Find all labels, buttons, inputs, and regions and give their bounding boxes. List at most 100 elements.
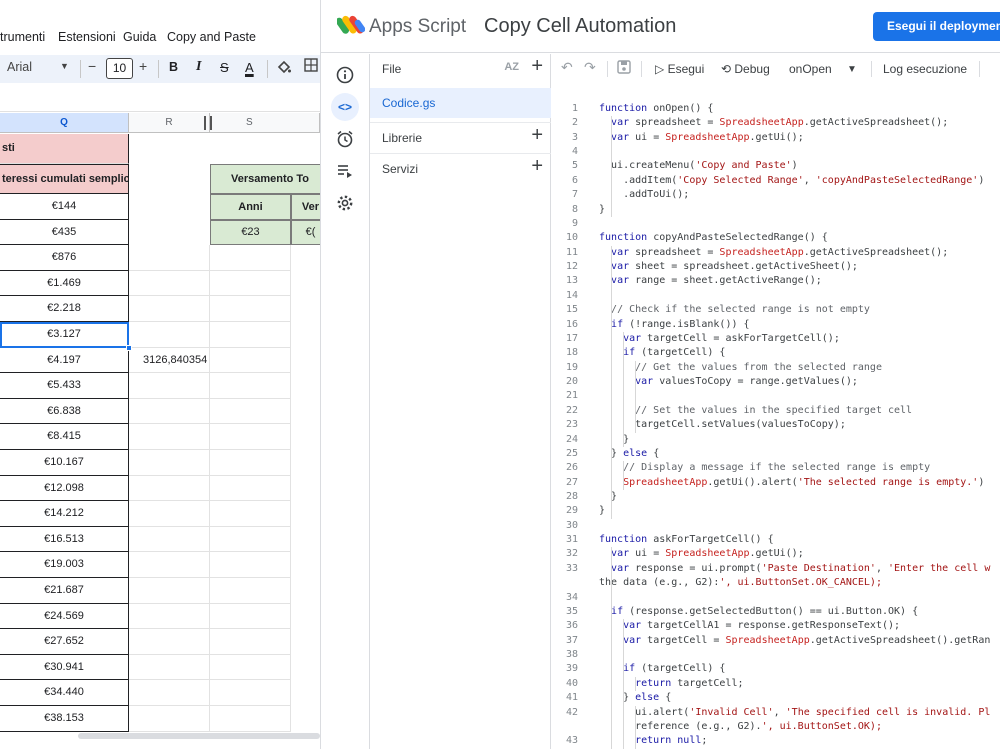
empty-cell[interactable] [210, 629, 291, 655]
font-family-select[interactable]: Arial [7, 60, 32, 74]
libraries-row[interactable]: Librerie + [370, 123, 551, 153]
formula-bar[interactable] [0, 84, 320, 112]
empty-cell[interactable] [210, 526, 291, 553]
table-cell-q[interactable]: €6.838 [0, 398, 129, 425]
add-service-plus-icon[interactable]: + [531, 155, 543, 178]
empty-cell[interactable] [129, 501, 210, 527]
empty-cell[interactable] [129, 373, 210, 399]
empty-cell[interactable] [129, 296, 210, 322]
file-item-codice[interactable]: Codice.gs [370, 88, 551, 118]
add-library-plus-icon[interactable]: + [531, 124, 543, 147]
table-cell-q[interactable]: €34.440 [0, 680, 129, 706]
empty-cell[interactable] [129, 578, 210, 604]
table-cell-q[interactable]: €27.652 [0, 629, 129, 655]
triggers-clock-icon[interactable] [331, 125, 359, 153]
execution-log-button[interactable]: Log esecuzione [883, 62, 967, 76]
empty-cell[interactable] [210, 296, 291, 322]
empty-cell[interactable] [129, 552, 210, 578]
empty-cell[interactable] [129, 424, 210, 450]
table-cell-q[interactable]: €1.469 [0, 270, 129, 297]
menu-strumenti[interactable]: trumenti [0, 30, 45, 44]
green-value-cell[interactable]: €23 [210, 220, 291, 245]
empty-cell[interactable] [210, 450, 291, 476]
empty-cell[interactable] [210, 578, 291, 604]
function-select[interactable]: onOpen [789, 62, 832, 76]
project-title[interactable]: Copy Cell Automation [484, 15, 676, 38]
menu-guida[interactable]: Guida [123, 30, 156, 44]
table-cell-q[interactable]: €5.433 [0, 373, 129, 399]
table-cell-q[interactable]: €2.218 [0, 296, 129, 322]
empty-cell[interactable] [210, 501, 291, 527]
empty-cell[interactable] [210, 270, 291, 297]
run-button[interactable]: ▷ Esegui [655, 62, 704, 76]
table-cell-q[interactable]: €12.098 [0, 475, 129, 502]
empty-cell[interactable] [129, 475, 210, 502]
table-cell-q[interactable]: €19.003 [0, 552, 129, 578]
empty-cell[interactable] [129, 654, 210, 681]
debug-button[interactable]: ⟲ Debug [721, 62, 770, 76]
header-cell-costi[interactable]: sti [0, 134, 129, 164]
empty-cell[interactable] [129, 706, 210, 732]
empty-cell[interactable] [210, 347, 291, 374]
chevron-down-icon[interactable]: ▼ [847, 64, 857, 75]
table-cell-q[interactable]: €30.941 [0, 654, 129, 681]
column-header-r[interactable]: R [129, 113, 210, 133]
empty-cell[interactable] [129, 450, 210, 476]
table-cell-q[interactable]: €16.513 [0, 526, 129, 553]
empty-cell[interactable] [129, 245, 210, 271]
fill-color-icon[interactable] [277, 60, 291, 77]
empty-cell[interactable] [210, 475, 291, 502]
chevron-down-icon[interactable]: ▼ [60, 61, 69, 71]
empty-cell[interactable] [129, 603, 210, 630]
executions-icon[interactable] [331, 157, 359, 185]
bold-button[interactable]: B [169, 60, 178, 74]
empty-cell[interactable] [210, 654, 291, 681]
empty-cell[interactable] [129, 270, 210, 297]
increase-font-size-button[interactable]: + [139, 58, 147, 74]
table-cell-q[interactable]: €38.153 [0, 706, 129, 732]
empty-cell[interactable] [129, 526, 210, 553]
empty-cell[interactable] [129, 680, 210, 706]
empty-cell[interactable] [210, 398, 291, 425]
borders-icon[interactable] [304, 58, 318, 75]
save-icon[interactable] [617, 60, 631, 77]
header-cell-versamento-sub[interactable]: Ver [291, 194, 320, 220]
table-cell-q[interactable]: €144 [0, 194, 129, 220]
table-cell-q[interactable]: €21.687 [0, 578, 129, 604]
empty-cell[interactable] [210, 245, 291, 271]
green-value-cell[interactable]: €( [291, 220, 320, 245]
sort-az-icon[interactable]: AZ [504, 61, 519, 73]
empty-cell[interactable] [129, 398, 210, 425]
empty-cell[interactable] [210, 373, 291, 399]
redo-icon[interactable]: ↷ [584, 59, 596, 76]
table-cell-q[interactable]: €8.415 [0, 424, 129, 450]
empty-cell[interactable] [210, 706, 291, 732]
font-size-input[interactable]: 10 [106, 58, 133, 79]
table-cell-q[interactable]: €876 [0, 245, 129, 271]
empty-cell[interactable] [129, 629, 210, 655]
header-cell-anni[interactable]: Anni [210, 194, 291, 220]
add-file-plus-icon[interactable]: + [531, 55, 543, 78]
strikethrough-button[interactable]: S [220, 60, 229, 75]
empty-cell[interactable] [210, 552, 291, 578]
empty-cell[interactable] [210, 603, 291, 630]
info-icon[interactable] [331, 61, 359, 89]
table-cell-q[interactable]: €24.569 [0, 603, 129, 630]
menu-copy-and-paste[interactable]: Copy and Paste [167, 30, 256, 44]
settings-gear-icon[interactable] [331, 189, 359, 217]
column-header-s[interactable]: S [210, 113, 320, 133]
header-cell-versamento[interactable]: Versamento To [210, 164, 320, 194]
undo-icon[interactable]: ↶ [561, 59, 573, 76]
menu-estensioni[interactable]: Estensioni [58, 30, 116, 44]
italic-button[interactable]: I [196, 59, 201, 75]
selection-fill-handle[interactable] [126, 345, 132, 351]
services-row[interactable]: Servizi + [370, 154, 551, 184]
empty-cell[interactable] [210, 424, 291, 450]
table-cell-q[interactable]: €14.212 [0, 501, 129, 527]
column-resize-handle[interactable] [204, 116, 212, 130]
header-cell-interessi[interactable]: teressi cumulati semplici [0, 164, 129, 194]
empty-cell[interactable] [210, 680, 291, 706]
table-cell-q[interactable]: €4.197 [0, 347, 129, 374]
decrease-font-size-button[interactable]: − [88, 58, 96, 74]
text-color-button[interactable]: A [245, 60, 254, 75]
